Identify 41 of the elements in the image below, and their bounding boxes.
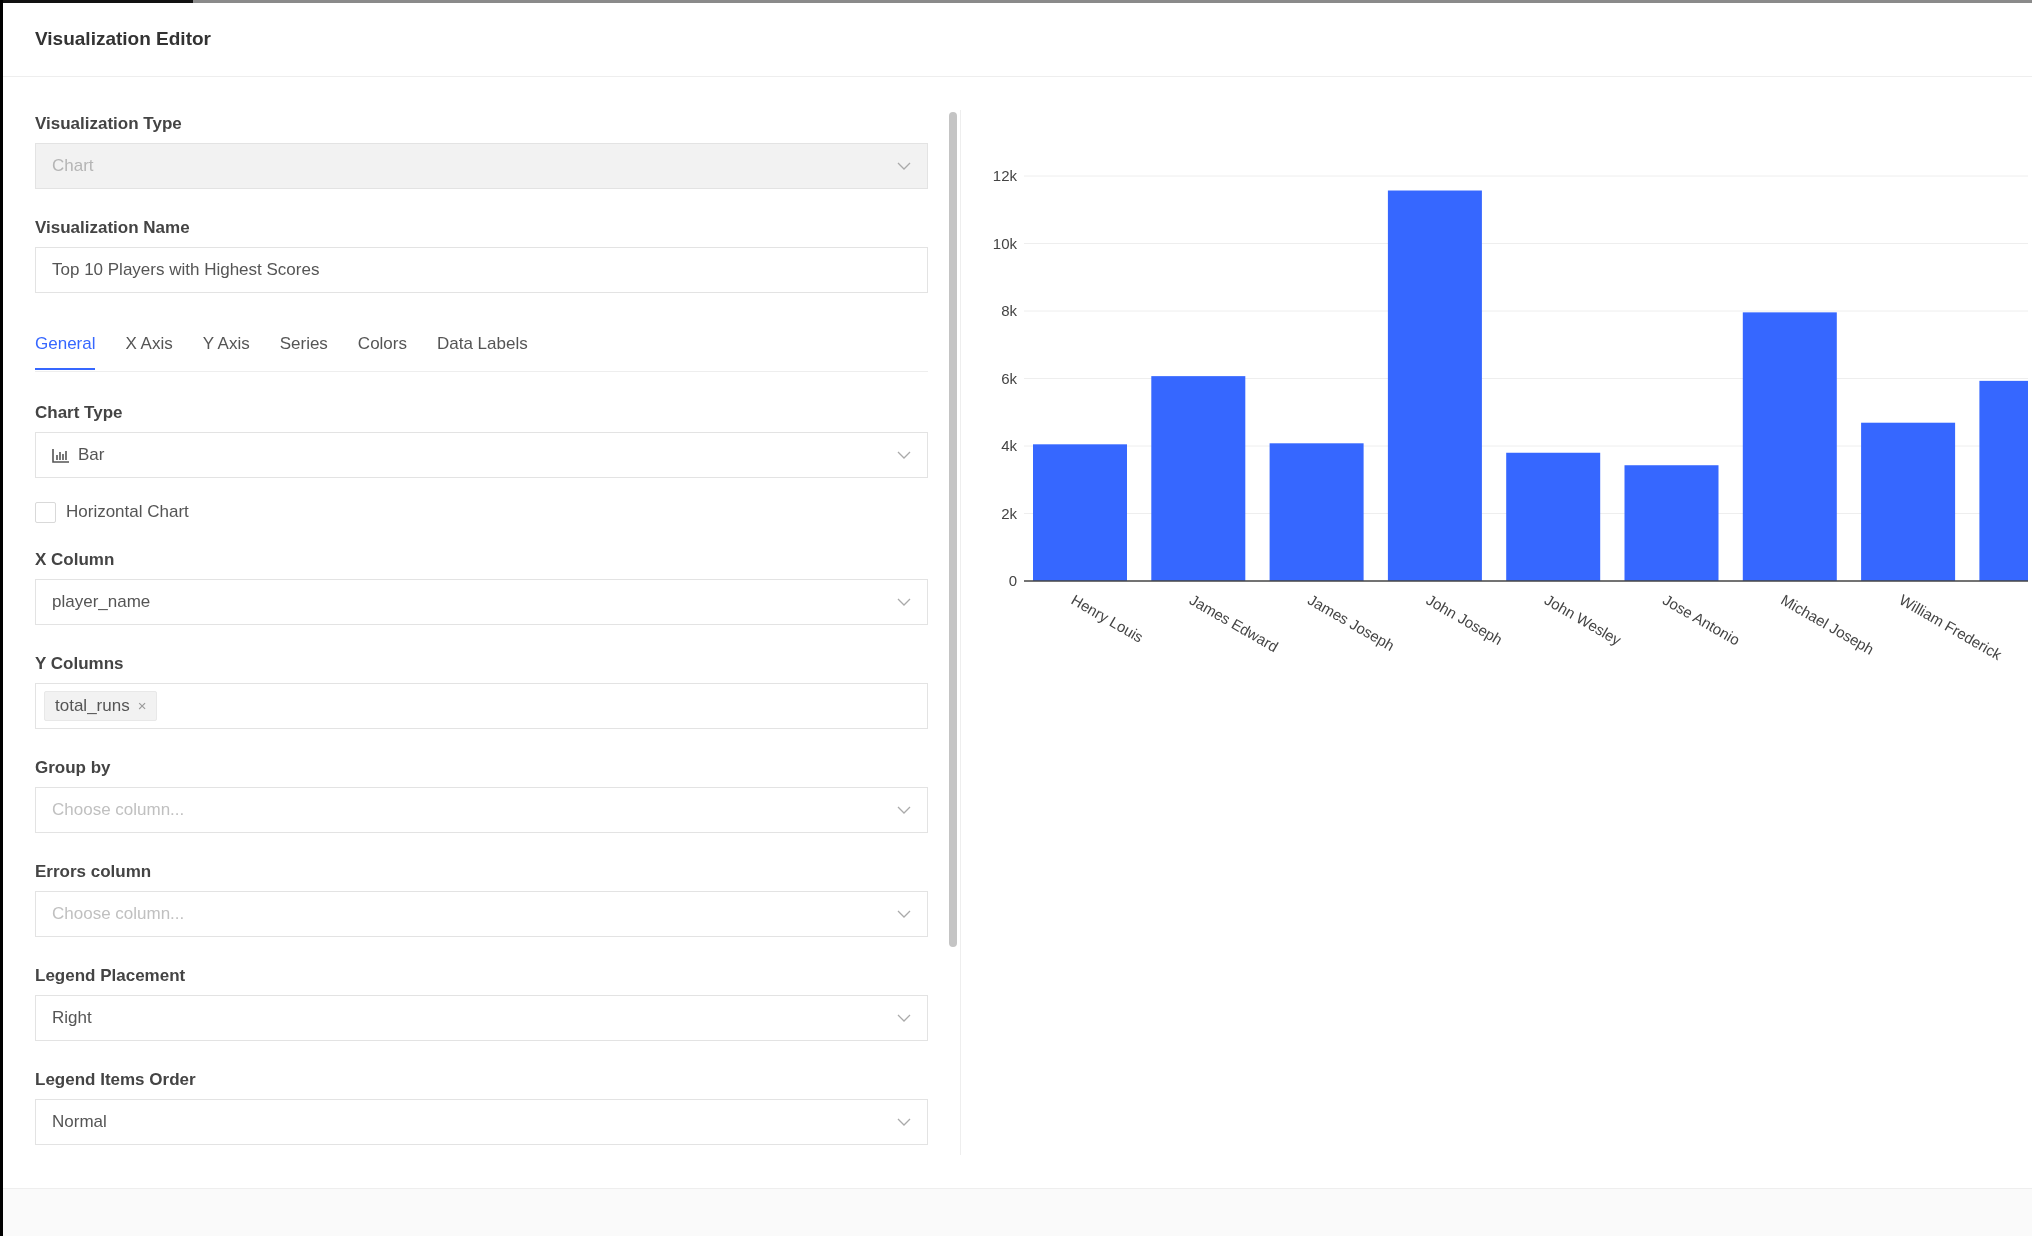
multi-select-field[interactable]: total_runs × <box>35 683 928 729</box>
y-tick-label: 8k <box>1001 302 1017 319</box>
text-input[interactable]: Top 10 Players with Highest Scores <box>35 247 928 293</box>
chevron-down-icon <box>897 162 911 170</box>
bar-chart-icon <box>52 447 70 463</box>
checkbox[interactable] <box>35 501 56 523</box>
checkbox-label: Horizontal Chart <box>66 501 189 524</box>
select-field[interactable]: Right <box>35 995 928 1041</box>
y-tick-label: 0 <box>1008 572 1017 589</box>
field-label: Chart Type <box>35 402 124 424</box>
chevron-down-icon <box>897 1118 911 1126</box>
dialog-title: Visualization Editor <box>35 27 211 52</box>
tab[interactable]: X Axis <box>125 327 173 370</box>
field-label: Visualization Type <box>35 113 183 135</box>
field-label: Group by <box>35 757 112 779</box>
tab[interactable]: Y Axis <box>202 327 250 370</box>
field-label: Visualization Name <box>35 217 191 239</box>
field-label: Errors column <box>35 861 153 883</box>
y-tick-label: 12k <box>992 167 1017 184</box>
chevron-down-icon <box>897 451 911 459</box>
field-label: Legend Items Order <box>35 1069 197 1091</box>
tab[interactable]: Colors <box>357 327 407 370</box>
tab[interactable]: Data Labels <box>437 327 528 370</box>
field-label: Legend Placement <box>35 965 187 987</box>
select-field[interactable]: Normal <box>35 1099 928 1145</box>
column-tag: total_runs × <box>44 691 158 721</box>
y-tick-label: 4k <box>1001 437 1017 454</box>
tab[interactable]: General <box>35 327 96 370</box>
select-field[interactable]: Bar <box>35 432 928 478</box>
chevron-down-icon <box>897 598 911 606</box>
chevron-down-icon <box>897 1014 911 1022</box>
y-tick-label: 2k <box>1001 504 1017 522</box>
y-tick-label: 10k <box>992 234 1017 252</box>
tab[interactable]: Series <box>279 327 328 370</box>
scrollbar-thumb[interactable] <box>948 112 957 947</box>
select-field[interactable]: player_name <box>35 579 928 625</box>
field-label: X Column <box>35 549 116 571</box>
chevron-down-icon <box>897 806 911 814</box>
chevron-down-icon <box>897 910 911 918</box>
y-tick-label: 6k <box>1001 369 1017 387</box>
field-label: Y Columns <box>35 653 125 675</box>
